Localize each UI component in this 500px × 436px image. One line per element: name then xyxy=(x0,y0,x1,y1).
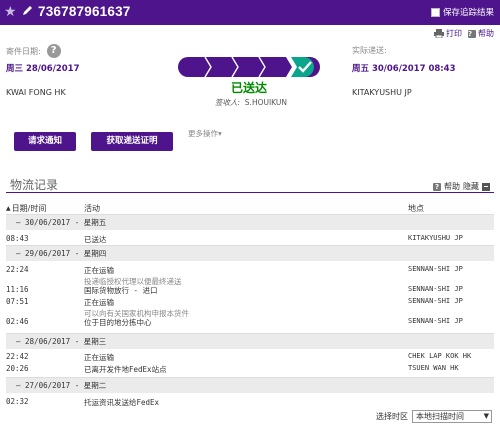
event-time: 22:24 xyxy=(6,265,29,274)
history-event: 22:24 正在运输 投递临授权代理以便最终递送 SENNAN-SHI JP xyxy=(6,261,494,287)
history-event: 22:42 正在运输 CHEK LAP KOK HK xyxy=(6,349,494,362)
date-group-row[interactable]: — 30/06/2017 - 星期五 xyxy=(6,214,494,230)
event-location: CHEK LAP KOK HK xyxy=(408,352,472,360)
history-event: 11:16 国际货物放行 - 进口 SENNAN-SHI JP xyxy=(6,285,494,297)
event-time: 02:46 xyxy=(6,317,29,326)
actual-delivery-label: 实际递送: xyxy=(352,46,387,55)
column-activity: 活动 xyxy=(84,204,100,213)
event-activity-main: 正在运输 xyxy=(84,266,114,275)
request-notification-button[interactable]: 请求通知 xyxy=(14,132,76,151)
destination-location: KITAKYUSHU JP xyxy=(352,88,412,97)
question-icon[interactable]: ? xyxy=(46,44,61,58)
history-hide-link[interactable]: 隐藏 xyxy=(463,181,479,192)
event-activity-main: 正在运输 xyxy=(84,298,114,307)
event-location: KITAKYUSHU JP xyxy=(408,234,463,242)
event-activity: 位于目的地分拣中心 xyxy=(84,318,152,327)
event-activity: 已送达 xyxy=(84,235,107,244)
event-time: 08:43 xyxy=(6,234,29,243)
ship-date-label-row: 寄件日期: ? xyxy=(6,44,61,58)
save-tracking-label: 保存追踪结果 xyxy=(442,8,494,18)
event-activity: 正在运输 投递临授权代理以便最终递送 xyxy=(84,265,182,287)
history-links: ? 帮助 隐藏 xyxy=(433,181,490,192)
origin-location: KWAI FONG HK xyxy=(6,88,66,97)
save-checkbox[interactable] xyxy=(430,7,440,17)
star-icon[interactable]: ★ xyxy=(4,3,17,21)
event-time: 11:16 xyxy=(6,285,29,294)
history-event: 02:46 位于目的地分拣中心 SENNAN-SHI JP xyxy=(6,317,494,331)
actual-delivery-date: 周五 30/06/2017 08:43 xyxy=(352,64,456,74)
top-links: 打印 ? 帮助 xyxy=(434,28,494,39)
timezone-value: 本地扫描时间 xyxy=(416,412,464,421)
signed-by-name: S.HOUIKUN xyxy=(244,98,288,107)
save-tracking-toggle[interactable]: 保存追踪结果 xyxy=(430,6,494,18)
event-activity: 托运资讯发送给FedEx xyxy=(84,398,160,407)
signed-by-label: 签收人: xyxy=(214,98,241,107)
event-location: SENNAN-SHI JP xyxy=(408,297,463,305)
event-location: SENNAN-SHI JP xyxy=(408,265,463,273)
history-event: 02:32 托运资讯发送给FedEx xyxy=(6,393,494,407)
event-time: 02:32 xyxy=(6,397,29,406)
column-location: 地点 xyxy=(408,204,424,213)
event-location: SENNAN-SHI JP xyxy=(408,285,463,293)
date-group-row[interactable]: — 28/06/2017 - 星期三 xyxy=(6,333,494,349)
event-activity: 正在运输 可以向有关国家机构申报本货件 xyxy=(84,297,189,319)
help-label: 帮助 xyxy=(478,29,494,38)
help-link[interactable]: ? 帮助 xyxy=(468,28,494,39)
delivery-status: 已送达 xyxy=(230,81,267,95)
collapse-icon[interactable] xyxy=(482,182,490,191)
event-time: 07:51 xyxy=(6,297,29,306)
help-icon[interactable]: ? xyxy=(433,182,441,191)
more-actions-dropdown[interactable]: 更多操作▾ xyxy=(188,128,222,139)
event-location: SENNAN-SHI JP xyxy=(408,317,463,325)
column-date[interactable]: ▲ 日期/时间 xyxy=(6,203,46,214)
signed-by: 签收人: S.HOUIKUN xyxy=(180,97,322,108)
column-date-label: 日期/时间 xyxy=(11,204,47,213)
history-help-link[interactable]: 帮助 xyxy=(444,181,460,192)
ship-date-label: 寄件日期: xyxy=(6,46,41,56)
printer-icon xyxy=(434,29,444,38)
history-rows: — 30/06/2017 - 星期五 08:43 已送达 KITAKYUSHU … xyxy=(6,214,494,407)
progress-tracker xyxy=(178,56,320,78)
event-time: 22:42 xyxy=(6,352,29,361)
timezone-label: 选择时区 xyxy=(376,412,408,421)
timezone-selector: 选择时区 本地扫描时间 ▼ xyxy=(376,410,492,423)
history-event: 20:26 已离开发件地FedEx站点 TSUEN WAN HK xyxy=(6,362,494,377)
history-title: 物流记录 xyxy=(10,178,59,192)
sort-up-icon: ▲ xyxy=(6,205,11,212)
history-divider xyxy=(6,192,494,193)
event-activity: 国际货物放行 - 进口 xyxy=(84,286,158,295)
history-event: 07:51 正在运输 可以向有关国家机构申报本货件 SENNAN-SHI JP xyxy=(6,297,494,319)
dropdown-arrow-icon: ▼ xyxy=(483,412,489,420)
print-link[interactable]: 打印 xyxy=(434,28,462,39)
help-icon: ? xyxy=(468,29,476,38)
tracking-number: 736787961637 xyxy=(38,4,131,19)
pencil-icon[interactable] xyxy=(21,5,33,17)
date-group-row[interactable]: — 29/06/2017 - 星期四 xyxy=(6,245,494,261)
get-proof-button[interactable]: 获取递送证明 xyxy=(91,132,173,151)
history-event: 08:43 已送达 KITAKYUSHU JP xyxy=(6,230,494,245)
event-location: TSUEN WAN HK xyxy=(408,364,459,372)
print-label: 打印 xyxy=(446,29,462,38)
event-time: 20:26 xyxy=(6,364,29,373)
event-activity: 已离开发件地FedEx站点 xyxy=(84,365,167,374)
date-group-row[interactable]: — 27/06/2017 - 星期二 xyxy=(6,377,494,393)
ship-date: 周三 28/06/2017 xyxy=(6,64,80,74)
header-bar: ★ 736787961637 保存追踪结果 xyxy=(0,0,500,25)
timezone-select[interactable]: 本地扫描时间 ▼ xyxy=(412,410,492,423)
